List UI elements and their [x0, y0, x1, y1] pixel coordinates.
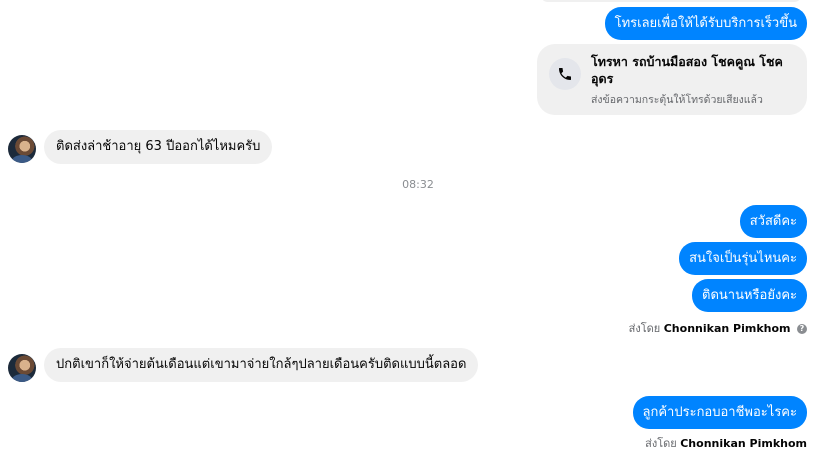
outgoing-message[interactable]: สนใจเป็นรุ่นไหนคะ	[679, 242, 807, 275]
call-card-title: โทรหา รถบ้านมือสอง โชคคูณ โชคอุดร	[591, 54, 783, 86]
message-text: ลูกค้าประกอบอาชีพอะไรคะ	[642, 405, 797, 420]
phone-icon	[549, 58, 581, 90]
outgoing-message[interactable]: โทรเลยเพื่อให้ได้รับบริการเร็วขึ้น	[604, 7, 807, 40]
message-text: ติดนานหรือยังคะ	[702, 288, 797, 303]
outgoing-message[interactable]: สวัสดีคะ	[739, 205, 807, 238]
partial-message-bubble	[540, 0, 802, 2]
sent-by-prefix: ส่งโดย	[645, 437, 677, 450]
outgoing-message[interactable]: ติดนานหรือยังคะ	[692, 279, 807, 312]
info-icon[interactable]: ?	[797, 324, 807, 334]
message-text: ติดส่งล่าช้าอายุ 63 ปีออกได้ไหมครับ	[56, 139, 261, 154]
incoming-message[interactable]: ปกติเขาก็ให้จ่ายต้นเดือนแต่เขามาจ่ายใกล้…	[44, 348, 479, 382]
message-text: โทรเลยเพื่อให้ได้รับบริการเร็วขึ้น	[614, 16, 797, 31]
sent-by-prefix: ส่งโดย	[628, 322, 661, 335]
timestamp: 08:32	[402, 178, 434, 191]
message-text: สนใจเป็นรุ่นไหนคะ	[689, 251, 797, 266]
call-card-subtitle: ส่งข้อความกระตุ้นให้โทรด้วยเสียงแล้ว	[591, 94, 763, 106]
sent-by-label: ส่งโดย Chonnikan Pimkhom ?	[629, 319, 807, 337]
avatar[interactable]	[8, 354, 36, 382]
sender-name: Chonnikan Pimkhom	[663, 322, 791, 335]
avatar[interactable]	[8, 135, 36, 163]
outgoing-message[interactable]: ลูกค้าประกอบอาชีพอะไรคะ	[632, 396, 807, 429]
incoming-message[interactable]: ติดส่งล่าช้าอายุ 63 ปีออกได้ไหมครับ	[44, 130, 273, 164]
message-text: ปกติเขาก็ให้จ่ายต้นเดือนแต่เขามาจ่ายใกล้…	[56, 357, 467, 372]
call-prompt-card[interactable]: โทรหา รถบ้านมือสอง โชคคูณ โชคอุดร ส่งข้อ…	[537, 44, 807, 115]
sent-by-label-partial: ส่งโดย Chonnikan Pimkhom	[645, 434, 807, 452]
message-text: สวัสดีคะ	[749, 214, 797, 229]
sender-name: Chonnikan Pimkhom	[680, 437, 807, 450]
